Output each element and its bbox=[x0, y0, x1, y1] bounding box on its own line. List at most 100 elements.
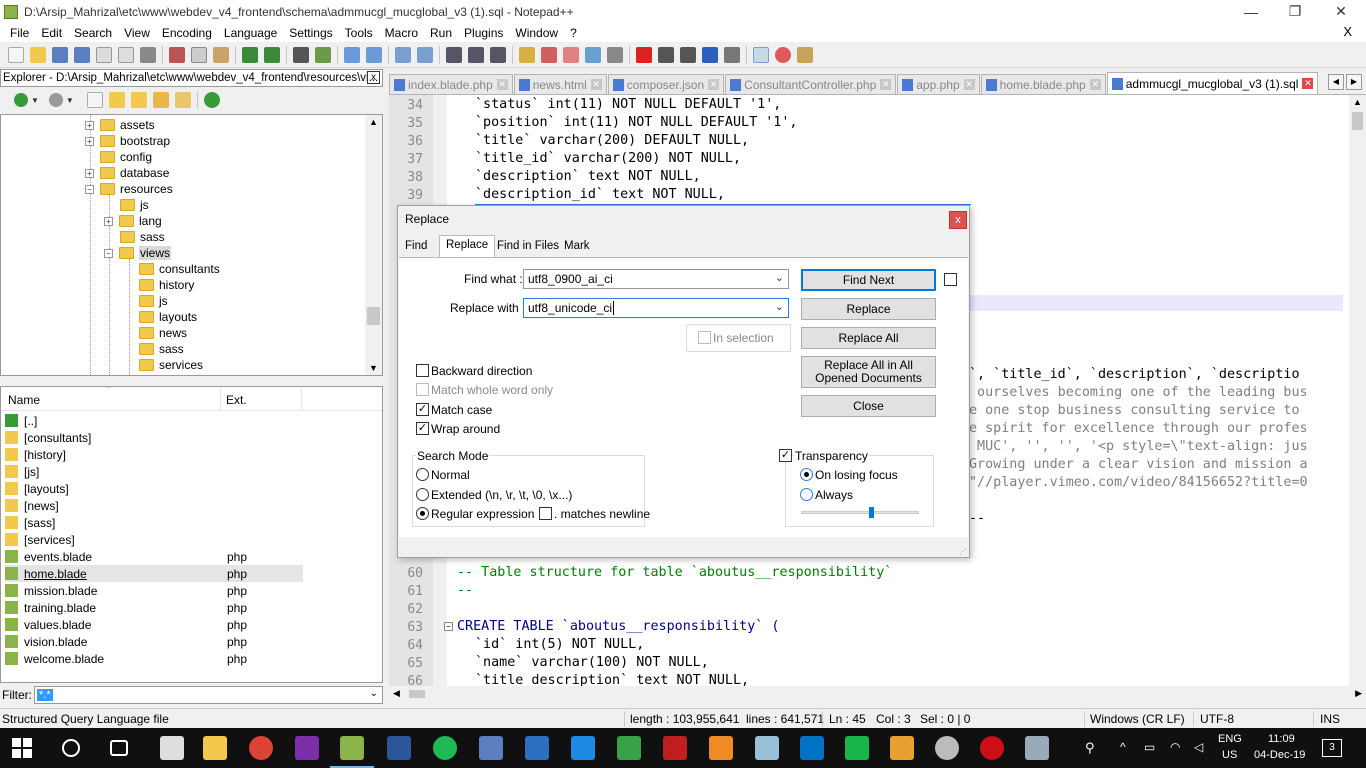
chevron-left-icon[interactable]: ◀ bbox=[393, 688, 400, 699]
tab-replace[interactable]: Replace bbox=[439, 235, 496, 258]
close-dialog-icon[interactable]: x bbox=[949, 211, 967, 229]
close-tab-icon[interactable]: ✕ bbox=[590, 79, 602, 90]
list-item[interactable]: [js] bbox=[5, 463, 303, 480]
list-item[interactable]: welcome.blade php bbox=[5, 650, 303, 667]
refresh-icon[interactable] bbox=[203, 92, 220, 108]
people-icon[interactable]: ⚲ bbox=[1085, 740, 1095, 756]
zoom-in-icon[interactable] bbox=[344, 46, 360, 63]
list-item[interactable]: [sass] bbox=[5, 514, 303, 531]
opera-icon[interactable] bbox=[980, 736, 1004, 760]
menu-language[interactable]: Language bbox=[224, 26, 277, 40]
volume-icon[interactable]: ◁ bbox=[1194, 740, 1203, 754]
match-case-checkbox[interactable]: ✓ bbox=[416, 403, 429, 416]
find-what-input[interactable]: utf8_0900_ai_ci ⌄ bbox=[523, 269, 789, 289]
clock-time[interactable]: 11:09 bbox=[1268, 733, 1295, 745]
chevron-up-icon[interactable]: ^ bbox=[1120, 740, 1126, 754]
scroll-thumb[interactable] bbox=[409, 690, 425, 698]
tab-scroll-right-icon[interactable]: ▶ bbox=[1346, 74, 1362, 90]
play-macro-multiple-icon[interactable] bbox=[702, 46, 718, 63]
function-list-icon[interactable] bbox=[563, 46, 579, 63]
indent-guide-icon[interactable] bbox=[490, 46, 506, 63]
notepad-plus-plus-icon[interactable] bbox=[340, 736, 364, 760]
list-item[interactable]: training.blade php bbox=[5, 599, 303, 616]
scroll-thumb[interactable] bbox=[367, 307, 380, 325]
app-icon[interactable] bbox=[160, 736, 184, 760]
tree-item[interactable]: js bbox=[120, 197, 149, 213]
extended-radio[interactable] bbox=[416, 488, 429, 501]
tree-item[interactable]: layouts bbox=[139, 309, 197, 325]
menu-run[interactable]: Run bbox=[430, 26, 452, 40]
tree-item[interactable]: + bootstrap bbox=[85, 133, 170, 149]
close-tab-icon[interactable]: ✕ bbox=[880, 79, 892, 90]
settings-gear-icon[interactable] bbox=[935, 736, 959, 760]
match-whole-word-checkbox[interactable] bbox=[416, 383, 429, 396]
tree-item[interactable]: − resources bbox=[85, 181, 173, 197]
replace-with-input[interactable]: utf8_unicode_ci ⌄ bbox=[523, 298, 789, 318]
search-icon[interactable] bbox=[62, 739, 80, 757]
in-selection-checkbox[interactable] bbox=[698, 331, 711, 344]
editor-vertical-scrollbar[interactable]: ▲ bbox=[1349, 95, 1366, 686]
new-file-icon[interactable] bbox=[86, 92, 103, 108]
tree-item[interactable]: history bbox=[139, 277, 194, 293]
heart-icon[interactable] bbox=[775, 46, 791, 63]
close-button[interactable]: Close bbox=[801, 395, 936, 417]
chevron-up-icon[interactable]: ▲ bbox=[1353, 97, 1362, 107]
onenote-icon[interactable] bbox=[295, 736, 319, 760]
chevron-right-icon[interactable]: ▶ bbox=[1355, 688, 1362, 699]
back-icon[interactable] bbox=[14, 93, 28, 107]
column-ext[interactable]: Ext. bbox=[226, 393, 247, 407]
chevron-down-icon[interactable]: ⌄ bbox=[775, 300, 784, 313]
record-macro-icon[interactable] bbox=[636, 46, 652, 63]
save-icon[interactable] bbox=[52, 46, 68, 63]
tab-index-blade[interactable]: index.blade.php ✕ bbox=[389, 74, 513, 94]
keyboard-layout[interactable]: US bbox=[1222, 749, 1237, 761]
save-all-icon[interactable] bbox=[74, 46, 90, 63]
replace-icon[interactable] bbox=[315, 46, 331, 63]
tab-composer-json[interactable]: composer.json ✕ bbox=[607, 74, 725, 94]
list-item[interactable]: vision.blade php bbox=[5, 633, 303, 650]
tab-scroll-left-icon[interactable]: ◀ bbox=[1328, 74, 1344, 90]
document-map-icon[interactable] bbox=[541, 46, 557, 63]
menu-plugins[interactable]: Plugins bbox=[464, 26, 503, 40]
spotify-icon[interactable] bbox=[433, 736, 457, 760]
zoom-out-icon[interactable] bbox=[366, 46, 382, 63]
list-item[interactable]: [services] bbox=[5, 531, 303, 548]
chevron-down-icon[interactable]: ▼ bbox=[31, 96, 39, 105]
menu-search[interactable]: Search bbox=[74, 26, 112, 40]
chevron-down-icon[interactable]: ▼ bbox=[66, 96, 74, 105]
menu-file[interactable]: File bbox=[10, 26, 29, 40]
find-icon[interactable] bbox=[293, 46, 309, 63]
tree-item[interactable]: news bbox=[139, 325, 187, 341]
column-name[interactable]: Name bbox=[8, 393, 40, 407]
box-app-icon[interactable] bbox=[709, 736, 733, 760]
chevron-down-icon[interactable]: ▼ bbox=[369, 363, 378, 373]
undo-icon[interactable] bbox=[242, 46, 258, 63]
save-macro-icon[interactable] bbox=[724, 46, 740, 63]
chevron-up-icon[interactable]: ▲ bbox=[369, 117, 378, 127]
tab-news-html[interactable]: news.html ✕ bbox=[513, 74, 607, 94]
forward-icon[interactable] bbox=[48, 93, 63, 107]
tab-app-php[interactable]: app.php ✕ bbox=[897, 74, 980, 94]
transparency-slider-thumb[interactable] bbox=[868, 507, 874, 518]
virtualbox-icon[interactable] bbox=[755, 736, 779, 760]
find-next-option-checkbox[interactable] bbox=[944, 273, 957, 286]
close-file-icon[interactable] bbox=[96, 46, 112, 63]
wifi-icon[interactable]: ◠ bbox=[1170, 740, 1180, 754]
filter-input[interactable]: *.* ⌄ bbox=[34, 686, 383, 704]
transparency-slider[interactable] bbox=[801, 507, 919, 518]
maximize-button[interactable]: ❐ bbox=[1272, 0, 1318, 23]
word-icon[interactable] bbox=[387, 736, 411, 760]
tab-home-blade[interactable]: home.blade.php ✕ bbox=[980, 74, 1106, 94]
tree-item[interactable]: js bbox=[139, 293, 168, 309]
list-item[interactable]: [news] bbox=[5, 497, 303, 514]
matches-newline-checkbox[interactable] bbox=[539, 507, 552, 520]
tree-item[interactable]: + database bbox=[85, 165, 169, 181]
close-document-x[interactable]: X bbox=[1343, 24, 1352, 39]
tab-consultant-controller[interactable]: ConsultantController.php ✕ bbox=[725, 74, 897, 94]
close-tab-icon[interactable]: ✕ bbox=[963, 79, 975, 90]
replace-all-opened-button[interactable]: Replace All in All Opened Documents bbox=[801, 356, 936, 388]
outlook-icon[interactable] bbox=[800, 736, 824, 760]
word-wrap-icon[interactable] bbox=[446, 46, 462, 63]
list-item[interactable]: [..] bbox=[5, 412, 303, 429]
wrap-around-checkbox[interactable]: ✓ bbox=[416, 422, 429, 435]
